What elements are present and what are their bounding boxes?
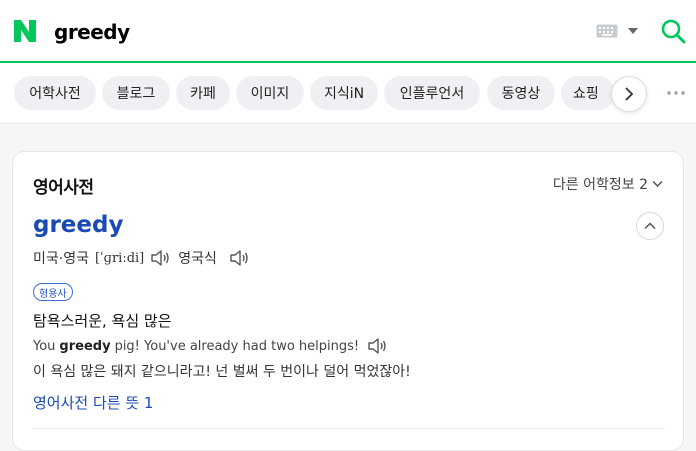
more-dots-icon bbox=[667, 91, 685, 95]
pronunciation-row: 미국·영국 [ˈɡriːdi] 영국식 bbox=[33, 248, 257, 268]
keyboard-dropdown-icon[interactable] bbox=[628, 28, 638, 35]
tab-shopping[interactable]: 쇼핑 bbox=[561, 76, 615, 110]
card-title: 영어사전 bbox=[33, 178, 94, 198]
speaker-icon[interactable] bbox=[229, 249, 249, 267]
search-category-tabs: 어학사전 블로그 카페 이미지 지식iN 인플루언서 동영상 쇼핑 bbox=[0, 63, 696, 124]
speaker-icon[interactable] bbox=[367, 337, 387, 355]
tab-blog[interactable]: 블로그 bbox=[102, 76, 170, 110]
search-input[interactable] bbox=[54, 16, 574, 48]
pronunciation-region-us-uk: 미국·영국 bbox=[33, 251, 89, 267]
phonetic-symbol: [ˈɡriːdi] bbox=[94, 250, 145, 266]
more-dots-button[interactable] bbox=[664, 83, 688, 103]
example-en-before: You bbox=[33, 338, 56, 354]
chevron-right-icon bbox=[625, 87, 634, 101]
tab-influencer[interactable]: 인플루언서 bbox=[384, 76, 480, 110]
word-meaning: 탐욕스러운, 욕심 많은 bbox=[33, 312, 172, 330]
tab-dictionary[interactable]: 어학사전 bbox=[14, 76, 96, 110]
other-info-label: 다른 어학정보 2 bbox=[552, 177, 648, 193]
tabs-next-button[interactable] bbox=[611, 76, 647, 112]
collapse-button[interactable] bbox=[636, 212, 664, 240]
example-sentence-ko: 이 욕심 많은 돼지 같으니라고! 넌 벌써 두 번이나 덜어 먹었잖아! bbox=[33, 364, 411, 380]
entry-word-link[interactable]: greedy bbox=[33, 212, 123, 238]
keyboard-icon[interactable] bbox=[596, 24, 618, 38]
tab-video[interactable]: 동영상 bbox=[487, 76, 555, 110]
speaker-icon[interactable] bbox=[150, 249, 170, 267]
part-of-speech-badge: 형용사 bbox=[33, 283, 73, 301]
other-language-info-link[interactable]: 다른 어학정보 2 bbox=[553, 174, 663, 194]
chevron-up-icon bbox=[644, 222, 656, 230]
tab-cafe[interactable]: 카페 bbox=[176, 76, 230, 110]
example-sentence-en: You greedy pig! You've already had two h… bbox=[33, 337, 395, 355]
more-meanings-link[interactable]: 영어사전 다른 뜻 1 bbox=[33, 392, 153, 413]
search-bar bbox=[0, 0, 696, 63]
example-en-after: pig! You've already had two helpings! bbox=[114, 338, 360, 354]
divider bbox=[33, 428, 665, 429]
tab-image[interactable]: 이미지 bbox=[236, 76, 304, 110]
naver-logo-icon[interactable] bbox=[12, 18, 38, 44]
chevron-down-icon bbox=[652, 180, 663, 188]
english-dictionary-card: 영어사전 다른 어학정보 2 greedy 미국·영국 [ˈɡriːdi] 영국… bbox=[12, 151, 684, 451]
example-en-keyword: greedy bbox=[59, 338, 111, 354]
tab-knowledge-in[interactable]: 지식iN bbox=[310, 76, 378, 110]
pronunciation-region-uk: 영국식 bbox=[178, 251, 217, 267]
search-icon[interactable] bbox=[660, 18, 686, 44]
